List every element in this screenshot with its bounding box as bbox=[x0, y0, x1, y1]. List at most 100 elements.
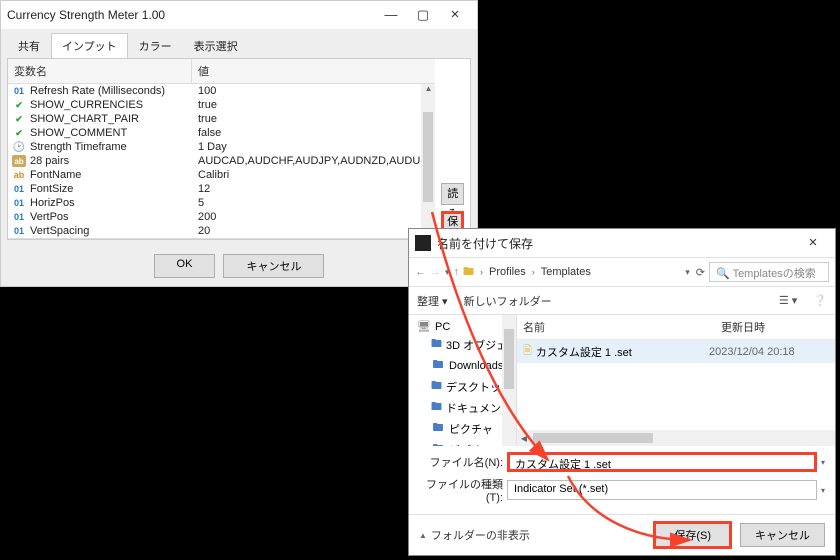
folder-icon: 🖿 bbox=[431, 419, 445, 438]
folder-icon: 🖿 bbox=[463, 263, 474, 282]
type-icon: ✔ bbox=[12, 113, 26, 125]
hide-folders-toggle[interactable]: ▲ フォルダーの非表示 bbox=[419, 527, 530, 543]
param-row[interactable]: 01 VertPos 200 bbox=[8, 210, 435, 224]
close-button[interactable]: × bbox=[439, 5, 471, 25]
tab-content: 変数名 値 01Refresh Rate (Milliseconds)100✔S… bbox=[7, 58, 471, 240]
param-row[interactable]: 01FontSize12 bbox=[8, 182, 435, 196]
tree-label: PC bbox=[435, 321, 450, 333]
param-name: FontName bbox=[30, 169, 81, 181]
type-icon: 01 bbox=[12, 211, 26, 223]
cancel-button[interactable]: キャンセル bbox=[740, 523, 825, 547]
nav-back-icon[interactable]: ← bbox=[415, 266, 426, 278]
tree-item[interactable]: 🖿デスクトップ bbox=[411, 376, 514, 397]
window-title: Currency Strength Meter 1.00 bbox=[7, 8, 375, 22]
tab-input[interactable]: インプット bbox=[51, 33, 128, 58]
type-icon: 01 bbox=[12, 197, 26, 209]
toolbar: 整理 ▾ 新しいフォルダー ☰ ▾ ❔ bbox=[409, 287, 835, 315]
tab-color[interactable]: カラー bbox=[128, 33, 183, 58]
param-value[interactable]: 5 bbox=[192, 196, 435, 210]
filename-input[interactable]: カスタム設定 1 .set bbox=[507, 452, 817, 472]
param-row[interactable]: ab28 pairsAUDCAD,AUDCHF,AUDJPY,AUDNZD,AU… bbox=[8, 154, 435, 168]
param-value[interactable]: Calibri bbox=[192, 168, 435, 182]
param-name: SHOW_CURRENCIES bbox=[30, 99, 143, 111]
param-value[interactable]: false bbox=[192, 126, 435, 140]
param-value[interactable]: 20 bbox=[192, 224, 435, 238]
view-options-icon[interactable]: ☰ ▾ bbox=[779, 294, 797, 307]
col-date[interactable]: 更新日時 bbox=[715, 315, 835, 339]
param-value[interactable]: AUDCAD,AUDCHF,AUDJPY,AUDNZD,AUDU... bbox=[192, 154, 435, 168]
param-name: VertPos bbox=[30, 211, 69, 223]
maximize-button[interactable]: ▢ bbox=[407, 5, 439, 25]
tree-item[interactable]: 🖥 PC bbox=[411, 319, 514, 334]
param-value[interactable]: true bbox=[192, 98, 435, 112]
nav-up-icon[interactable]: ↑ bbox=[454, 266, 460, 278]
type-icon: 01 bbox=[12, 225, 26, 237]
tab-bar: 共有 インプット カラー 表示選択 bbox=[1, 29, 477, 58]
param-row[interactable]: 01Refresh Rate (Milliseconds)100 bbox=[8, 84, 435, 98]
param-row[interactable]: 01VertSpacing20 bbox=[8, 224, 435, 238]
filetype-select[interactable]: Indicator Set (*.set) bbox=[507, 480, 817, 500]
filename-fields: ファイル名(N): カスタム設定 1 .set ▾ ファイルの種類(T): In… bbox=[409, 446, 835, 514]
tree-item[interactable]: 🖿ドキュメント bbox=[411, 397, 514, 418]
folder-tree[interactable]: 🖥PC🖿3D オブジェクト🖿Downloads🖿デスクトップ🖿ドキュメント🖿ピク… bbox=[409, 315, 517, 446]
file-columns: 名前 更新日時 bbox=[517, 315, 835, 340]
type-icon: ab bbox=[12, 155, 26, 167]
param-row[interactable]: ✔ SHOW_COMMENT false bbox=[8, 126, 435, 140]
param-row[interactable]: ✔SHOW_CURRENCIEStrue bbox=[8, 98, 435, 112]
tree-item[interactable]: 🖿Downloads bbox=[411, 355, 514, 376]
param-row[interactable]: ✔SHOW_CHART_PAIRtrue bbox=[8, 112, 435, 126]
side-button-column: 読み込み (L) 保存 (S) bbox=[435, 59, 470, 239]
tab-display[interactable]: 表示選択 bbox=[183, 33, 249, 58]
param-row[interactable]: abFontNameCalibri bbox=[8, 168, 435, 182]
param-value[interactable]: 200 bbox=[192, 210, 435, 224]
param-row[interactable]: Strength Timeframe1 Day bbox=[8, 140, 435, 154]
help-icon[interactable]: ❔ bbox=[813, 294, 827, 307]
file-icon: 🗎 bbox=[523, 342, 532, 361]
param-value[interactable]: 100 bbox=[192, 84, 435, 98]
folder-icon: 🖥 bbox=[417, 320, 431, 333]
param-name: FontSize bbox=[30, 183, 73, 195]
tree-item[interactable]: 🖿3D オブジェクト bbox=[411, 334, 514, 355]
tab-share[interactable]: 共有 bbox=[7, 33, 51, 58]
load-button[interactable]: 読み込み (L) bbox=[441, 183, 464, 205]
save-button-row: ▲ フォルダーの非表示 保存(S) キャンセル bbox=[409, 514, 835, 555]
nav-bar: ← → ▾ ↑ 🖿 › Profiles › Templates ▾ ⟳ 🔍 T… bbox=[409, 257, 835, 287]
tree-item[interactable]: 🖿ビデオ bbox=[411, 439, 514, 446]
new-folder-button[interactable]: 新しいフォルダー bbox=[464, 293, 552, 309]
param-list: 01Refresh Rate (Milliseconds)100 ✔ SHOW_CU… bbox=[8, 84, 435, 239]
file-row[interactable]: 🗎カスタム設定 1 .set2023/12/04 20:18 bbox=[517, 340, 835, 363]
refresh-icon[interactable]: ⟳ bbox=[696, 266, 705, 279]
tree-label: Downloads bbox=[449, 360, 503, 372]
nav-fwd-icon[interactable]: → bbox=[430, 266, 441, 278]
param-value[interactable]: 1 Day bbox=[192, 140, 435, 154]
param-value[interactable]: true bbox=[192, 112, 435, 126]
param-header: 変数名 値 bbox=[8, 59, 435, 84]
minimize-button[interactable]: — bbox=[375, 5, 407, 25]
col-name[interactable]: 名前 bbox=[517, 315, 715, 339]
settings-dialog: Currency Strength Meter 1.00 — ▢ × 共有 イン… bbox=[0, 0, 478, 287]
save-title: 名前を付けて保存 bbox=[437, 235, 797, 252]
col-value[interactable]: 値 bbox=[192, 59, 421, 83]
type-icon: ✔ bbox=[12, 127, 26, 139]
cancel-button[interactable]: キャンセル bbox=[223, 254, 324, 278]
col-name[interactable]: 変数名 bbox=[8, 59, 192, 83]
save-titlebar: 名前を付けて保存 × bbox=[409, 229, 835, 257]
breadcrumb[interactable]: 🖿 › Profiles › Templates ▾ ⟳ bbox=[463, 263, 705, 282]
close-button[interactable]: × bbox=[797, 233, 829, 253]
hscrollbar[interactable]: ◀ bbox=[517, 430, 835, 446]
chevron-down-icon[interactable]: ▾ bbox=[445, 267, 450, 278]
save-button[interactable]: 保存(S) bbox=[653, 521, 732, 549]
tree-item[interactable]: 🖿ピクチャ bbox=[411, 418, 514, 439]
search-input[interactable]: 🔍 Templatesの検索 bbox=[709, 262, 829, 282]
type-icon: 01 bbox=[12, 85, 26, 97]
folder-icon: 🖿 bbox=[431, 377, 442, 396]
param-name: HorizPos bbox=[30, 197, 75, 209]
param-value[interactable]: 12 bbox=[192, 182, 435, 196]
param-name: SHOW_COMMENT bbox=[30, 127, 127, 139]
scrollbar[interactable]: ▲ bbox=[421, 84, 435, 238]
tree-scrollbar[interactable] bbox=[502, 315, 516, 446]
param-row[interactable]: 01 HorizPos 5 bbox=[8, 196, 435, 210]
organize-menu[interactable]: 整理 ▾ bbox=[417, 293, 448, 309]
ok-button[interactable]: OK bbox=[154, 254, 216, 278]
filename-label: ファイル名(N): bbox=[419, 454, 503, 470]
